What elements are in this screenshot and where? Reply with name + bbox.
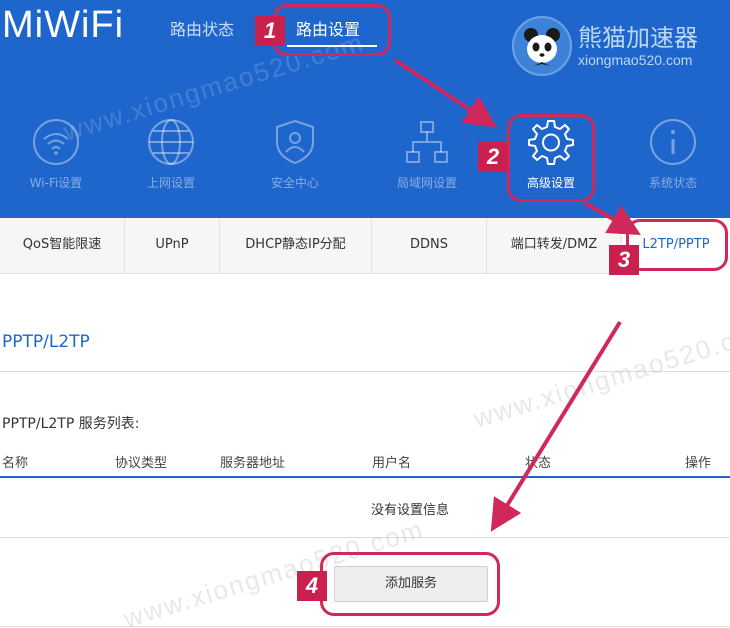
subtab-port-forward[interactable]: 端口转发/DMZ <box>487 218 622 274</box>
subtab-upnp[interactable]: UPnP <box>125 218 220 274</box>
wifi-icon <box>33 119 79 165</box>
subtab-dhcp[interactable]: DHCP静态IP分配 <box>220 218 372 274</box>
lan-icon <box>406 121 448 163</box>
subtab-ddns[interactable]: DDNS <box>372 218 487 274</box>
nav-label: 局域网设置 <box>396 176 457 190</box>
step-badge: 1 <box>255 16 285 46</box>
brand-name: 熊猫加速器 <box>578 24 698 52</box>
footer-divider <box>0 626 730 627</box>
panda-logo-icon <box>512 16 572 76</box>
nav-internet-settings[interactable]: 上网设置 <box>121 118 221 208</box>
miwifi-logo: MiWiFi <box>2 4 125 46</box>
nav-security-center[interactable]: 安全中心 <box>245 118 345 208</box>
tab-router-status[interactable]: 路由状态 <box>170 16 234 40</box>
step-badge: 4 <box>297 571 327 601</box>
nav-label: Wi-Fi设置 <box>29 176 83 190</box>
nav-lan-settings[interactable]: 局域网设置 <box>377 118 477 208</box>
column-header-status: 状态 <box>525 456 552 471</box>
shield-icon <box>276 119 314 165</box>
column-header-username: 用户名 <box>372 456 412 471</box>
column-header-protocol: 协议类型 <box>115 456 168 471</box>
globe-icon <box>148 119 194 165</box>
subtab-qos[interactable]: QoS智能限速 <box>0 218 125 274</box>
section-divider <box>0 371 730 372</box>
annotation-ring <box>507 114 595 202</box>
nav-label: 上网设置 <box>146 176 195 190</box>
nav-label: 安全中心 <box>270 176 319 190</box>
nav-system-status[interactable]: 系统状态 <box>623 118 723 208</box>
info-icon <box>650 119 696 165</box>
column-header-name: 名称 <box>2 456 29 471</box>
step-badge: 2 <box>478 142 508 172</box>
list-title: PPTP/L2TP 服务列表: <box>2 416 140 432</box>
brand-url: xiongmao520.com <box>578 52 693 68</box>
annotation-ring <box>626 219 728 271</box>
watermark: www.xiongmao520.com <box>470 313 730 434</box>
annotation-ring <box>273 4 391 56</box>
step-badge: 3 <box>609 245 639 275</box>
table-divider <box>0 537 730 538</box>
nav-label: 系统状态 <box>648 176 697 190</box>
section-title: PPTP/L2TP <box>2 332 90 352</box>
empty-message: 没有设置信息 <box>371 503 450 518</box>
annotation-ring <box>320 552 500 616</box>
table-header-rule <box>0 476 730 478</box>
brand-logo: 熊猫加速器 xiongmao520.com <box>512 16 722 78</box>
column-header-server: 服务器地址 <box>220 456 286 471</box>
column-header-actions: 操作 <box>685 456 712 471</box>
nav-wifi-settings[interactable]: Wi-Fi设置 <box>6 118 106 208</box>
